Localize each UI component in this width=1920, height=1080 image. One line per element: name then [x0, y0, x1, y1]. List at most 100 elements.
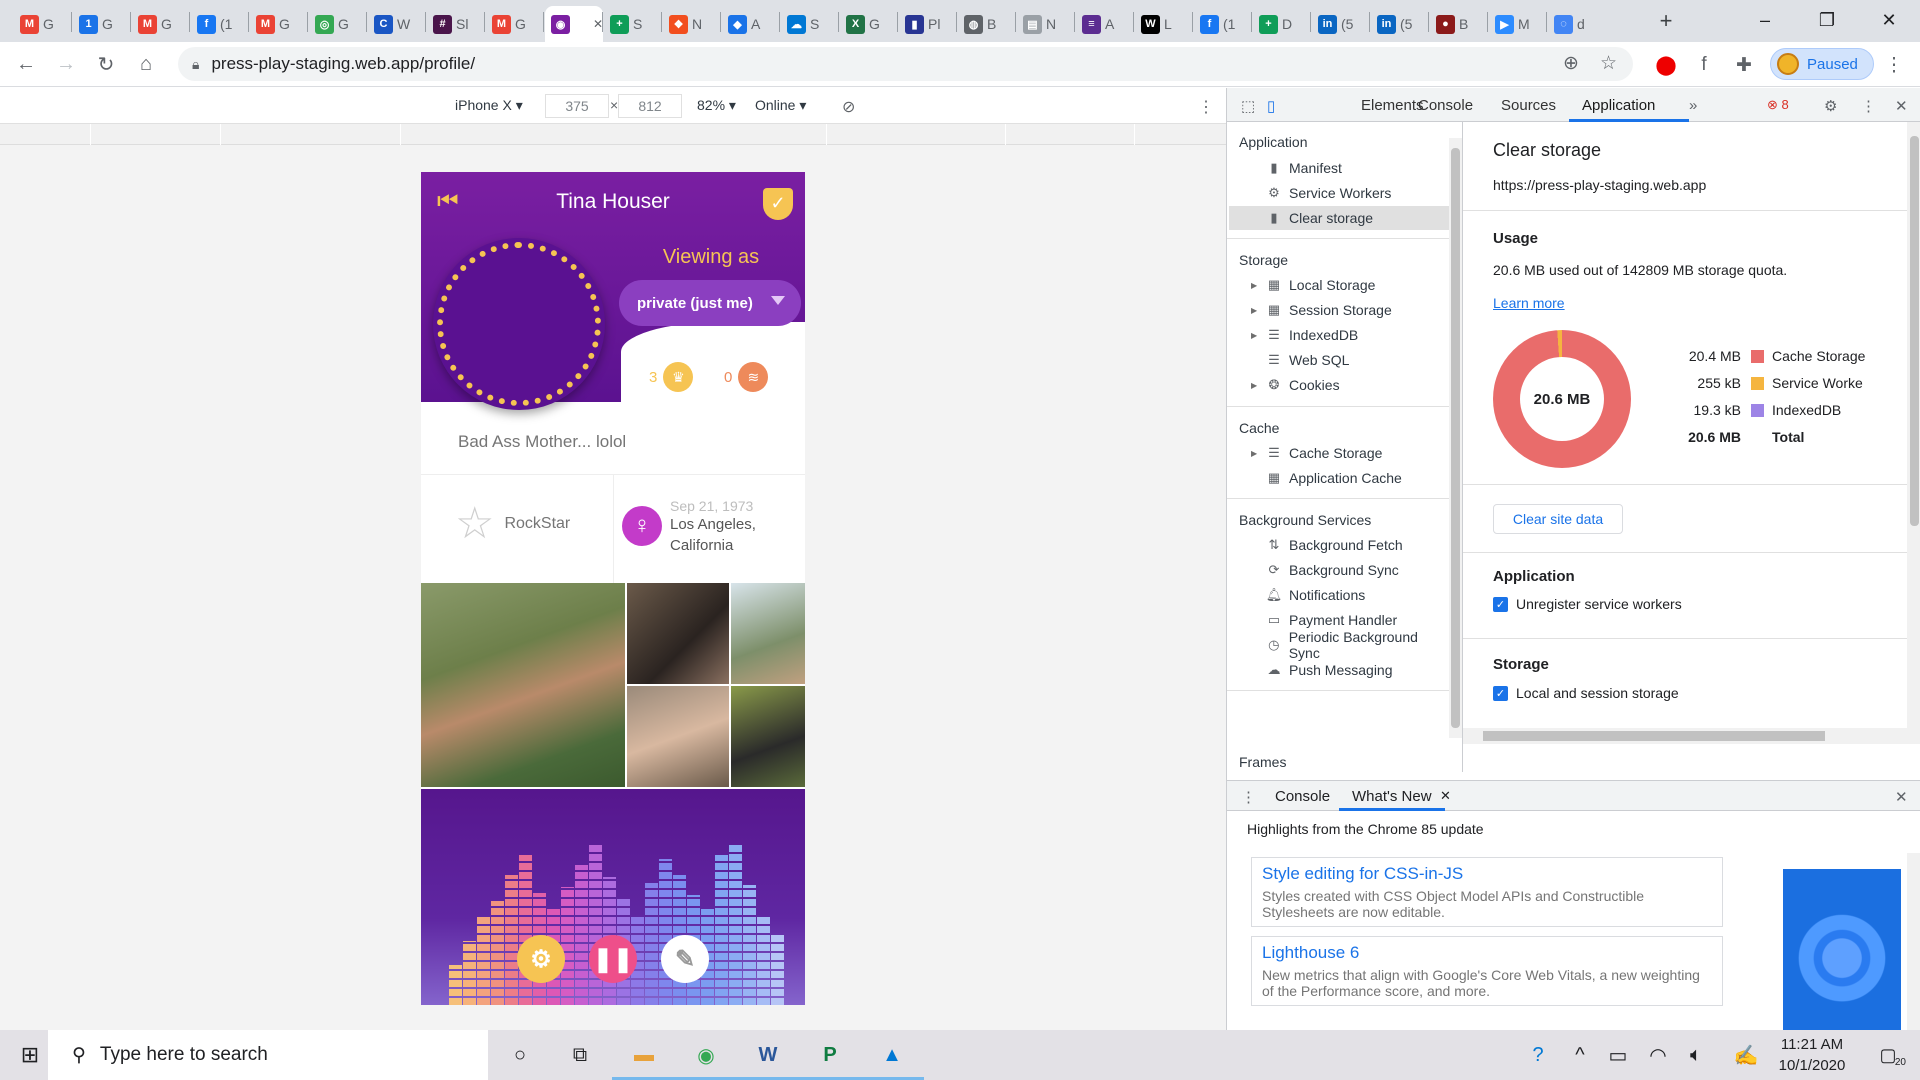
- photo-thumb[interactable]: [627, 583, 729, 684]
- tab-elements[interactable]: Elements: [1361, 97, 1424, 114]
- browser-tab[interactable]: ◆ A: [722, 6, 778, 42]
- browser-tab[interactable]: MG: [14, 6, 70, 42]
- drawer-scrollbar[interactable]: [1907, 853, 1920, 1031]
- close-drawer-icon[interactable]: ✕: [1895, 788, 1908, 806]
- panel-horizontal-scrollbar[interactable]: [1463, 728, 1920, 744]
- error-badge[interactable]: ⊗ 8: [1767, 97, 1789, 113]
- whats-new-card[interactable]: Style editing for CSS-in-JS Styles creat…: [1251, 857, 1723, 927]
- local-session-storage-checkbox[interactable]: ✓ Local and session storage: [1493, 685, 1679, 701]
- tab-application[interactable]: Application: [1582, 97, 1655, 114]
- browser-tab[interactable]: + S: [604, 6, 660, 42]
- device-more-icon[interactable]: ⋮: [1198, 97, 1214, 117]
- reload-icon[interactable]: ↻: [86, 44, 126, 84]
- browser-tab[interactable]: ▮ Pl: [899, 6, 955, 42]
- device-mode-icon[interactable]: ▯: [1267, 97, 1275, 115]
- browser-tab[interactable]: ❖ N: [663, 6, 719, 42]
- panel-scrollbar[interactable]: [1907, 122, 1920, 728]
- browser-tab[interactable]: ▤ N: [1017, 6, 1073, 42]
- browser-tab[interactable]: ▶ M: [1489, 6, 1545, 42]
- browser-tab[interactable]: ● B: [1430, 6, 1486, 42]
- scrollbar-thumb[interactable]: [1483, 731, 1825, 741]
- battery-icon[interactable]: ▭: [1600, 1038, 1636, 1072]
- card-title[interactable]: Lighthouse 6: [1262, 943, 1712, 963]
- volume-icon[interactable]: 🔈︎: [1678, 1038, 1714, 1072]
- photos-icon[interactable]: ▲: [860, 1038, 924, 1080]
- expand-arrow-icon[interactable]: ▶: [1251, 281, 1259, 290]
- expand-arrow-icon[interactable]: ▶: [1251, 306, 1259, 315]
- browser-tab[interactable]: CW: [368, 6, 424, 42]
- browser-tab[interactable]: ◎ G: [309, 6, 365, 42]
- expand-arrow-icon[interactable]: ▶: [1251, 331, 1259, 340]
- address-bar[interactable]: 🔒︎ press-play-staging.web.app/profile/ ⊕…: [178, 47, 1633, 81]
- device-select[interactable]: iPhone X ▾: [455, 97, 523, 114]
- wifi-icon[interactable]: ◠: [1640, 1038, 1676, 1072]
- sidebar-item-application-cache[interactable]: ▦ Application Cache: [1251, 466, 1451, 490]
- crowns-stat[interactable]: 3 ♛: [649, 362, 694, 392]
- learn-more-link[interactable]: Learn more: [1493, 295, 1565, 311]
- expand-arrow-icon[interactable]: ▶: [1251, 449, 1259, 458]
- browser-tab[interactable]: WL: [1135, 6, 1191, 42]
- home-icon[interactable]: ⌂: [126, 44, 166, 84]
- pen-icon[interactable]: ✍: [1728, 1038, 1764, 1072]
- add-to-page-icon[interactable]: ⊕: [1563, 52, 1579, 75]
- browser-tab[interactable]: # Sl: [427, 6, 483, 42]
- browser-tab[interactable]: MG: [250, 6, 306, 42]
- drawer-tab-whats-new[interactable]: What's New: [1352, 788, 1432, 805]
- close-devtools-icon[interactable]: ✕: [1895, 97, 1908, 115]
- visibility-select[interactable]: private (just me): [619, 280, 801, 326]
- edit-pencil-button[interactable]: ✎: [661, 935, 709, 983]
- browser-tab[interactable]: 1G: [73, 6, 129, 42]
- plays-stat[interactable]: 0 ≋: [724, 362, 769, 392]
- facebook-extension-icon[interactable]: f: [1690, 51, 1718, 79]
- sidebar-item-web-sql[interactable]: ☰ Web SQL: [1251, 348, 1451, 372]
- taskbar-search-input[interactable]: ⚲ Type here to search: [48, 1030, 488, 1080]
- taskbar-clock[interactable]: 11:21 AM 10/1/2020: [1762, 1034, 1862, 1076]
- browser-tab[interactable]: ◉ ✕: [545, 6, 603, 42]
- sidebar-item-service-workers[interactable]: ⚙ Service Workers: [1251, 181, 1451, 205]
- sidebar-item-cookies[interactable]: ▶ ❂ Cookies: [1251, 373, 1451, 397]
- publisher-icon[interactable]: P: [798, 1038, 862, 1080]
- word-icon[interactable]: W: [736, 1038, 800, 1080]
- checkbox-checked-icon[interactable]: ✓: [1493, 596, 1508, 612]
- tray-chevron-up-icon[interactable]: ^: [1562, 1038, 1598, 1072]
- tab-console[interactable]: Console: [1418, 97, 1473, 114]
- back-icon[interactable]: ←: [6, 44, 46, 84]
- browser-tab[interactable]: in (5: [1312, 6, 1368, 42]
- browser-tab[interactable]: ≡ A: [1076, 6, 1132, 42]
- settings-gear-button[interactable]: ⚙: [517, 935, 565, 983]
- browser-tab[interactable]: in (5: [1371, 6, 1427, 42]
- sidebar-item-cache-storage[interactable]: ▶ ☰ Cache Storage: [1251, 441, 1451, 465]
- zoom-select[interactable]: 82% ▾: [697, 97, 736, 114]
- clear-site-data-button[interactable]: Clear site data: [1493, 504, 1623, 534]
- photo-large[interactable]: [421, 583, 625, 787]
- profile-paused-button[interactable]: Paused: [1770, 48, 1874, 80]
- chrome-icon[interactable]: ◉: [674, 1038, 738, 1080]
- browser-tab[interactable]: ◌ d: [1548, 6, 1604, 42]
- tab-sources[interactable]: Sources: [1501, 97, 1556, 114]
- browser-tab[interactable]: ☁ S: [781, 6, 837, 42]
- browser-tab[interactable]: ◍ B: [958, 6, 1014, 42]
- sidebar-item-notifications[interactable]: 🔔︎ Notifications: [1251, 583, 1451, 607]
- width-input[interactable]: 375: [545, 94, 609, 118]
- sidebar-item-manifest[interactable]: ▮ Manifest: [1251, 156, 1451, 180]
- verified-shield-icon[interactable]: ✓: [763, 188, 793, 220]
- sidebar-item-background-sync[interactable]: ⟳ Background Sync: [1251, 558, 1451, 582]
- expand-arrow-icon[interactable]: ▶: [1251, 381, 1259, 390]
- browser-tab[interactable]: MG: [486, 6, 542, 42]
- minimize-icon[interactable]: –: [1734, 0, 1796, 40]
- settings-gear-icon[interactable]: ⚙: [1824, 97, 1837, 115]
- windows-start-icon[interactable]: ⊞: [12, 1038, 48, 1072]
- cortana-icon[interactable]: ○: [502, 1038, 538, 1072]
- scrollbar-thumb[interactable]: [1451, 148, 1460, 728]
- height-input[interactable]: 812: [618, 94, 682, 118]
- unregister-sw-checkbox[interactable]: ✓ Unregister service workers: [1493, 596, 1682, 612]
- maximize-icon[interactable]: ❐: [1796, 0, 1858, 40]
- inspect-element-icon[interactable]: ⬚: [1241, 97, 1255, 115]
- bookmark-star-icon[interactable]: ☆: [1600, 52, 1617, 75]
- more-tabs-icon[interactable]: »: [1689, 97, 1697, 114]
- drawer-menu-icon[interactable]: ⋮: [1241, 788, 1256, 806]
- help-icon[interactable]: ?: [1520, 1038, 1556, 1072]
- browser-tab[interactable]: f (1: [1194, 6, 1250, 42]
- pause-button[interactable]: ❚❚: [589, 935, 637, 983]
- file-explorer-icon[interactable]: ▬: [612, 1038, 676, 1080]
